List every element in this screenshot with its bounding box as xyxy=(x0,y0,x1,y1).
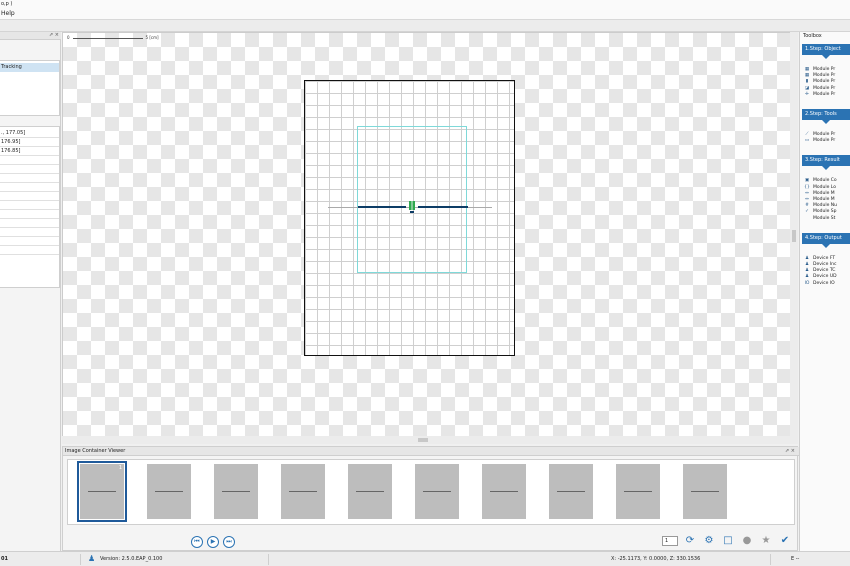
parameter-row[interactable] xyxy=(0,183,59,192)
target-marker-icon[interactable] xyxy=(406,200,418,214)
float-close-icons[interactable]: ⇗ × xyxy=(785,447,795,456)
cross-icon: ✛ xyxy=(805,91,809,97)
image-thumbnail[interactable]: 1 xyxy=(77,461,127,522)
prev-button[interactable]: ⏮ xyxy=(191,536,203,548)
toolbox-panel: Toolbox 1.Step: Object ▦ Module Pr ▦ Module … xyxy=(799,32,850,551)
toolbox-step-2[interactable]: 2.Step: Tools xyxy=(802,109,850,124)
image-page[interactable] xyxy=(304,80,515,356)
image-canvas[interactable]: 0 5 [cm] xyxy=(62,32,798,444)
io-icon: IO xyxy=(804,280,810,286)
parameter-list: ., 177.05] 176.95] 176.85] xyxy=(0,126,60,288)
parameter-row[interactable] xyxy=(0,192,59,201)
edge-segment-right xyxy=(418,206,468,208)
canvas-horizontal-scrollbar[interactable] xyxy=(62,436,792,444)
toolbar-band xyxy=(0,20,850,32)
scale-start: 0 xyxy=(67,35,70,40)
parameter-row[interactable] xyxy=(0,237,59,246)
menu-help[interactable]: Help xyxy=(1,10,15,17)
star-icon[interactable]: ★ xyxy=(759,535,773,547)
scale-bar: 0 5 [cm] xyxy=(67,35,159,40)
window-title: o,p ) xyxy=(1,1,13,7)
toolbox-step-1[interactable]: 1.Step: Object xyxy=(802,44,850,59)
parameter-row[interactable] xyxy=(0,210,59,219)
parameter-row[interactable] xyxy=(0,165,59,174)
status-separator xyxy=(80,554,81,565)
toolbox-title: Toolbox xyxy=(803,33,822,39)
index-spinner[interactable]: 1 xyxy=(662,536,678,546)
parameter-row[interactable]: 176.95] xyxy=(0,138,59,147)
edge-segment-left xyxy=(358,206,406,208)
toolbox-item[interactable]: IO Device IO xyxy=(804,280,850,287)
left-panel-header: ⇗ × xyxy=(0,32,61,40)
viewer-title: Image Container Viewer xyxy=(65,448,126,454)
float-close-icons[interactable]: ⇗ × xyxy=(49,32,59,38)
parameter-row[interactable] xyxy=(0,201,59,210)
image-thumbnail[interactable] xyxy=(281,464,325,519)
image-thumbnail[interactable] xyxy=(616,464,660,519)
thumbnail-strip: 1 xyxy=(67,459,795,525)
toolbox-step-3[interactable]: 3.Step: Result xyxy=(802,155,850,171)
refresh-icon[interactable]: ⟳ xyxy=(683,535,697,547)
parameter-row[interactable]: ., 177.05] xyxy=(0,129,59,138)
image-container-viewer: Image Container Viewer ⇗ × 1 ⏮ ▶ ⏭ 1 ⟳ ⚙ □… xyxy=(62,446,799,551)
dot-icon[interactable]: ● xyxy=(740,535,754,547)
toolbox-item[interactable]: ✛ Module Pr xyxy=(804,91,850,98)
gear-icon[interactable]: ⚙ xyxy=(702,535,716,547)
parameter-row[interactable] xyxy=(0,246,59,255)
user-icon: ♟ xyxy=(88,554,96,563)
status-left: 01 xyxy=(1,556,8,562)
scale-end: 5 [cm] xyxy=(145,35,159,40)
viewer-header: Image Container Viewer ⇗ × xyxy=(63,447,799,456)
scroll-thumb[interactable] xyxy=(418,438,428,442)
next-button[interactable]: ⏭ xyxy=(223,536,235,548)
toolbox-item-label: Module Pr xyxy=(813,91,836,97)
canvas-vertical-scrollbar[interactable] xyxy=(790,32,798,444)
ruler-icon: ▭ xyxy=(804,138,810,144)
scale-line xyxy=(72,37,143,39)
parameter-row[interactable] xyxy=(0,228,59,237)
status-separator xyxy=(770,554,771,565)
image-thumbnail[interactable] xyxy=(549,464,593,519)
parameter-row[interactable]: 176.85] xyxy=(0,147,59,156)
toolbox-item-label: Module St xyxy=(813,215,836,221)
image-thumbnail[interactable] xyxy=(482,464,526,519)
left-panel: ⇗ × Tracking ., 177.05] 176.95] 176.85] xyxy=(0,32,61,551)
status-right: E -- xyxy=(791,556,800,562)
toolbox-item-label: Device IO xyxy=(813,280,835,286)
scroll-thumb[interactable] xyxy=(792,230,796,242)
title-menu-bar: o,p ) Help xyxy=(0,0,850,20)
list-item-tracking[interactable]: Tracking xyxy=(0,63,59,72)
toolbox-item-label: Module Pr xyxy=(813,138,836,144)
parameter-row[interactable] xyxy=(0,219,59,228)
coordinate-readout: X: -25.1173, Y: 0.0000, Z: 330.1536 xyxy=(611,556,701,562)
toolbox-item[interactable]: ▭ Module Pr xyxy=(804,137,850,144)
square-icon[interactable]: □ xyxy=(721,535,735,547)
parameter-row[interactable] xyxy=(0,156,59,165)
toolbox-step-4[interactable]: 4.Step: Output xyxy=(802,232,850,248)
version-label: Version: 2.5.0.EAP_0.100 xyxy=(100,556,163,562)
toolbox-item[interactable]: Module St xyxy=(804,215,850,222)
image-thumbnail[interactable] xyxy=(214,464,258,519)
image-thumbnail[interactable] xyxy=(348,464,392,519)
status-bar: 01 ♟ Version: 2.5.0.EAP_0.100 X: -25.117… xyxy=(0,551,850,566)
thumbnail-badge: 1 xyxy=(118,465,122,471)
image-thumbnail[interactable] xyxy=(683,464,727,519)
play-button[interactable]: ▶ xyxy=(207,536,219,548)
image-thumbnail[interactable] xyxy=(415,464,459,519)
check-icon[interactable]: ✔ xyxy=(778,535,792,547)
parameter-row[interactable] xyxy=(0,174,59,183)
tracking-list: Tracking xyxy=(0,60,60,116)
image-thumbnail[interactable] xyxy=(147,464,191,519)
status-separator xyxy=(268,554,269,565)
